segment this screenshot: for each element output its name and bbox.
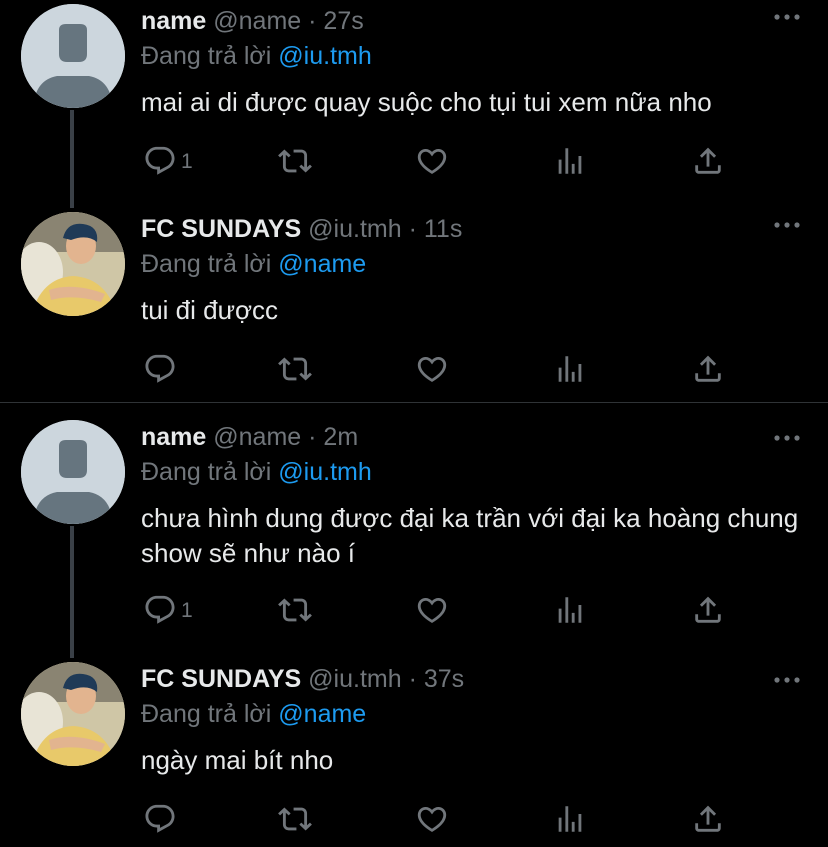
handle[interactable]: @name <box>213 423 301 451</box>
like-button[interactable] <box>415 144 451 180</box>
action-bar: 1 <box>141 144 741 180</box>
share-icon <box>695 355 721 382</box>
reply-icon <box>145 146 175 175</box>
handle[interactable]: @name <box>213 7 301 35</box>
reply-icon <box>145 804 175 833</box>
retweet-icon <box>278 598 312 622</box>
reply-button[interactable]: 1 <box>143 144 203 180</box>
tweet-header: name @name · 27s <box>141 6 364 36</box>
retweet-button[interactable] <box>277 593 313 629</box>
tweet[interactable]: name @name · 2m Đang trả lời @iu.tmh chư… <box>0 418 828 658</box>
display-name[interactable]: name <box>141 423 206 451</box>
default-avatar-icon[interactable] <box>21 4 125 108</box>
timestamp[interactable]: 37s <box>424 665 464 693</box>
like-button[interactable] <box>415 593 451 629</box>
analytics-button[interactable] <box>553 802 589 838</box>
replying-to-label: Đang trả lời <box>141 458 272 486</box>
reply-count: 1 <box>181 150 193 173</box>
thread-divider <box>0 402 828 403</box>
reply-icon <box>145 595 175 624</box>
mention-link[interactable]: @name <box>278 250 366 278</box>
default-avatar-icon[interactable] <box>21 420 125 524</box>
heart-icon <box>417 356 447 382</box>
share-button[interactable] <box>691 144 727 180</box>
heart-icon <box>417 148 447 174</box>
retweet-button[interactable] <box>277 144 313 180</box>
retweet-button[interactable] <box>277 352 313 388</box>
handle[interactable]: @iu.tmh <box>308 665 401 693</box>
tweet-text: ngày mai bít nho <box>141 745 334 775</box>
share-button[interactable] <box>691 352 727 388</box>
retweet-icon <box>278 149 312 173</box>
timestamp[interactable]: 11s <box>424 215 462 243</box>
replying-to: Đang trả lời @name <box>141 249 366 279</box>
share-button[interactable] <box>691 802 727 838</box>
timestamp[interactable]: 2m <box>323 423 358 451</box>
retweet-button[interactable] <box>277 802 313 838</box>
handle[interactable]: @iu.tmh <box>308 215 401 243</box>
analytics-icon <box>558 148 582 174</box>
replying-to-label: Đang trả lời <box>141 250 272 278</box>
mention-link[interactable]: @name <box>278 700 366 728</box>
tweet-header: name @name · 2m <box>141 422 358 452</box>
analytics-icon <box>558 356 582 382</box>
retweet-icon <box>278 357 312 381</box>
heart-icon <box>417 597 447 623</box>
tweet[interactable]: FC SUNDAYS @iu.tmh · 11s Đang trả lời @n… <box>0 208 828 402</box>
more-options-icon[interactable] <box>773 671 801 689</box>
share-icon <box>695 805 721 832</box>
like-button[interactable] <box>415 352 451 388</box>
separator-dot: · <box>408 215 417 243</box>
timestamp[interactable]: 27s <box>323 7 363 35</box>
retweet-icon <box>278 807 312 831</box>
reply-icon <box>145 354 175 383</box>
thread-connector <box>70 110 74 208</box>
tweet-header: FC SUNDAYS @iu.tmh · 11s <box>141 214 462 244</box>
replying-to-label: Đang trả lời <box>141 42 272 70</box>
reply-count: 1 <box>181 599 193 622</box>
tweet-text: tui đi đượcc <box>141 295 279 325</box>
tweet-text: mai ai di được quay suộc cho tụi tui xem… <box>141 87 712 117</box>
action-bar: 1 <box>141 593 741 629</box>
mention-link[interactable]: @iu.tmh <box>278 42 371 70</box>
reply-button[interactable] <box>143 352 179 388</box>
analytics-button[interactable] <box>553 593 589 629</box>
tweet-text: chưa hình dung được đại ka trần với đại … <box>141 503 799 568</box>
mention-link[interactable]: @iu.tmh <box>278 458 371 486</box>
share-button[interactable] <box>691 593 727 629</box>
analytics-button[interactable] <box>553 144 589 180</box>
more-options-icon[interactable] <box>773 216 801 234</box>
share-icon <box>695 147 721 174</box>
separator-dot: · <box>308 7 317 35</box>
reply-button[interactable]: 1 <box>143 593 203 629</box>
replying-to: Đang trả lời @iu.tmh <box>141 457 372 487</box>
separator-dot: · <box>408 665 417 693</box>
separator-dot: · <box>308 423 317 451</box>
action-bar <box>141 802 741 838</box>
tweet[interactable]: FC SUNDAYS @iu.tmh · 37s Đang trả lời @n… <box>0 658 828 847</box>
share-icon <box>695 596 721 623</box>
analytics-icon <box>558 597 582 623</box>
reply-button[interactable] <box>143 802 179 838</box>
avatar[interactable] <box>21 212 125 316</box>
tweet[interactable]: name @name · 27s Đang trả lời @iu.tmh ma… <box>0 0 828 200</box>
more-options-icon[interactable] <box>773 429 801 447</box>
more-options-icon[interactable] <box>773 8 801 26</box>
avatar[interactable] <box>21 662 125 766</box>
tweet-header: FC SUNDAYS @iu.tmh · 37s <box>141 664 464 694</box>
thread-connector <box>70 526 74 658</box>
like-button[interactable] <box>415 802 451 838</box>
analytics-button[interactable] <box>553 352 589 388</box>
display-name[interactable]: FC SUNDAYS <box>141 215 301 243</box>
heart-icon <box>417 806 447 832</box>
replying-to-label: Đang trả lời <box>141 700 272 728</box>
action-bar <box>141 352 741 388</box>
analytics-icon <box>558 806 582 832</box>
display-name[interactable]: FC SUNDAYS <box>141 665 301 693</box>
replying-to: Đang trả lời @iu.tmh <box>141 41 372 71</box>
display-name[interactable]: name <box>141 7 206 35</box>
replying-to: Đang trả lời @name <box>141 699 366 729</box>
